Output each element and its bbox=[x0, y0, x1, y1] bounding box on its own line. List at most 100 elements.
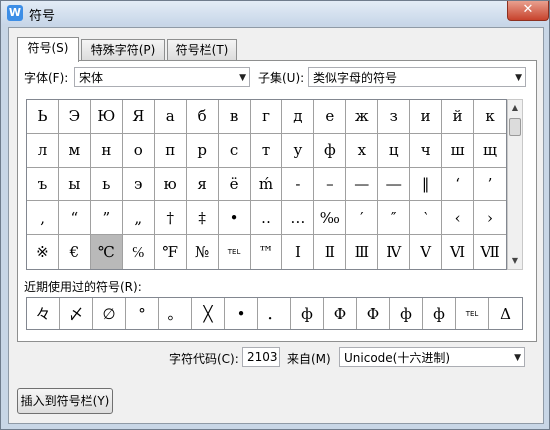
symbol-cell[interactable]: — bbox=[346, 167, 379, 202]
symbol-cell[interactable]: з bbox=[378, 100, 411, 134]
symbol-cell[interactable]: ℉ bbox=[155, 235, 187, 269]
recent-symbol-cell[interactable]: ∅ bbox=[93, 298, 126, 329]
symbol-cell[interactable]: ℅ bbox=[123, 235, 155, 269]
scroll-up-icon[interactable]: ▲ bbox=[508, 101, 522, 115]
symbol-cell[interactable]: ’ bbox=[474, 168, 506, 202]
tab-symbols[interactable]: 符号(S) bbox=[17, 37, 79, 62]
symbol-cell[interactable]: › bbox=[474, 201, 506, 236]
recent-symbol-cell[interactable]: ф bbox=[423, 298, 456, 329]
symbol-cell[interactable]: ‵ bbox=[410, 201, 443, 236]
symbol-cell[interactable]: ы bbox=[58, 167, 91, 202]
symbol-cell[interactable]: ℃ bbox=[90, 235, 123, 269]
symbol-cell[interactable]: а bbox=[154, 100, 187, 134]
symbol-cell[interactable]: ‐ bbox=[282, 167, 315, 202]
recent-symbol-cell[interactable]: Δ bbox=[489, 298, 522, 329]
symbol-cell[interactable]: ― bbox=[378, 167, 411, 202]
symbol-cell[interactable]: ” bbox=[90, 201, 123, 236]
symbol-cell[interactable]: ъ bbox=[27, 167, 59, 202]
symbol-cell[interactable]: э bbox=[122, 167, 155, 202]
recent-symbol-cell[interactable]: Ф bbox=[357, 298, 390, 329]
symbol-cell[interactable]: ‡ bbox=[186, 201, 219, 236]
symbol-cell[interactable]: о bbox=[122, 133, 155, 168]
symbol-cell[interactable]: ж bbox=[346, 100, 379, 134]
symbol-cell[interactable]: Ⅵ bbox=[442, 235, 475, 269]
symbol-cell[interactable]: к bbox=[474, 100, 506, 134]
symbol-cell[interactable]: „ bbox=[122, 201, 155, 236]
recent-symbol-cell[interactable]: ° bbox=[126, 298, 159, 329]
symbol-cell[interactable]: н bbox=[90, 133, 123, 168]
symbol-cell[interactable]: й bbox=[442, 100, 475, 134]
symbol-cell[interactable]: € bbox=[59, 235, 91, 269]
scroll-down-icon[interactable]: ▼ bbox=[508, 254, 522, 268]
recent-symbol-cell[interactable]: ф bbox=[390, 298, 423, 329]
close-button[interactable]: ✕ bbox=[507, 1, 549, 21]
symbol-cell[interactable]: • bbox=[218, 201, 251, 236]
tab-symbol-bar[interactable]: 符号栏(T) bbox=[167, 39, 237, 60]
symbol-cell[interactable]: † bbox=[154, 201, 187, 236]
symbol-cell[interactable]: Ⅴ bbox=[410, 235, 443, 269]
symbol-cell[interactable]: л bbox=[27, 133, 59, 168]
recent-symbol-cell[interactable]: ╳ bbox=[192, 298, 225, 329]
title-bar[interactable]: W 符号 ✕ bbox=[1, 1, 549, 25]
symbol-cell[interactable]: ш bbox=[442, 133, 475, 168]
symbol-cell[interactable]: п bbox=[154, 133, 187, 168]
symbol-cell[interactable]: ё bbox=[218, 167, 251, 202]
symbol-cell[interactable]: ※ bbox=[27, 235, 59, 269]
recent-symbol-cell[interactable]: ． bbox=[258, 298, 291, 329]
symbol-cell[interactable]: х bbox=[346, 133, 379, 168]
symbol-cell[interactable]: Э bbox=[58, 100, 91, 134]
subset-select[interactable]: 类似字母的符号 ▼ bbox=[308, 67, 526, 87]
symbol-cell[interactable]: ч bbox=[410, 133, 443, 168]
symbol-cell[interactable]: ḿ bbox=[250, 167, 283, 202]
recent-symbol-cell[interactable]: • bbox=[225, 298, 258, 329]
symbol-cell[interactable]: – bbox=[314, 167, 347, 202]
symbol-cell[interactable]: ‖ bbox=[410, 167, 443, 202]
symbol-cell[interactable]: ц bbox=[378, 133, 411, 168]
symbol-cell[interactable]: Я bbox=[122, 100, 155, 134]
symbol-cell[interactable]: ‚ bbox=[27, 201, 59, 236]
symbol-cell[interactable]: г bbox=[250, 100, 283, 134]
recent-symbol-cell[interactable]: TEL bbox=[456, 298, 489, 329]
recent-symbol-cell[interactable]: 〆 bbox=[60, 298, 93, 329]
symbol-cell[interactable]: ф bbox=[314, 133, 347, 168]
symbol-cell[interactable]: е bbox=[314, 100, 347, 134]
insert-to-symbol-bar-button[interactable]: 插入到符号栏(Y) bbox=[17, 388, 113, 414]
symbol-cell[interactable]: ‹ bbox=[442, 201, 475, 236]
symbol-cell[interactable]: Ⅶ bbox=[474, 235, 506, 269]
symbol-cell[interactable]: ь bbox=[90, 167, 123, 202]
symbol-cell[interactable]: б bbox=[186, 100, 219, 134]
symbol-cell[interactable]: с bbox=[218, 133, 251, 168]
symbol-cell[interactable]: № bbox=[187, 235, 219, 269]
recent-symbol-cell[interactable]: Ф bbox=[324, 298, 357, 329]
symbol-cell[interactable]: и bbox=[410, 100, 443, 134]
recent-symbol-cell[interactable]: 。 bbox=[159, 298, 192, 329]
symbol-cell[interactable]: ‰ bbox=[314, 201, 347, 236]
recent-symbol-cell[interactable]: ф bbox=[291, 298, 324, 329]
symbol-cell[interactable]: д bbox=[282, 100, 315, 134]
symbol-grid-scrollbar[interactable]: ▲ ▼ bbox=[507, 99, 523, 270]
font-select[interactable]: 宋体 ▼ bbox=[74, 67, 250, 87]
symbol-cell[interactable]: ‥ bbox=[250, 201, 283, 236]
symbol-cell[interactable]: “ bbox=[58, 201, 91, 236]
symbol-cell[interactable]: Ⅲ bbox=[346, 235, 379, 269]
tab-special-characters[interactable]: 特殊字符(P) bbox=[81, 39, 165, 60]
symbol-cell[interactable]: Ⅱ bbox=[314, 235, 347, 269]
symbol-cell[interactable]: щ bbox=[474, 134, 506, 168]
symbol-cell[interactable]: т bbox=[250, 133, 283, 168]
symbol-cell[interactable]: р bbox=[186, 133, 219, 168]
symbol-cell[interactable]: TEL bbox=[219, 235, 251, 269]
symbol-cell[interactable]: Ь bbox=[27, 100, 59, 134]
char-code-input[interactable]: 2103 bbox=[242, 347, 280, 367]
symbol-cell[interactable]: м bbox=[58, 133, 91, 168]
symbol-cell[interactable]: ™ bbox=[251, 235, 283, 269]
symbol-cell[interactable]: ю bbox=[154, 167, 187, 202]
symbol-cell[interactable]: у bbox=[282, 133, 315, 168]
symbol-cell[interactable]: Ю bbox=[90, 100, 123, 134]
symbol-cell[interactable]: Ⅰ bbox=[282, 235, 315, 269]
symbol-cell[interactable]: ‘ bbox=[442, 167, 475, 202]
symbol-cell[interactable]: ″ bbox=[378, 201, 411, 236]
recent-symbol-cell[interactable]: 々 bbox=[27, 298, 60, 329]
symbol-cell[interactable]: в bbox=[218, 100, 251, 134]
symbol-cell[interactable]: … bbox=[282, 201, 315, 236]
scrollbar-thumb[interactable] bbox=[509, 118, 521, 136]
